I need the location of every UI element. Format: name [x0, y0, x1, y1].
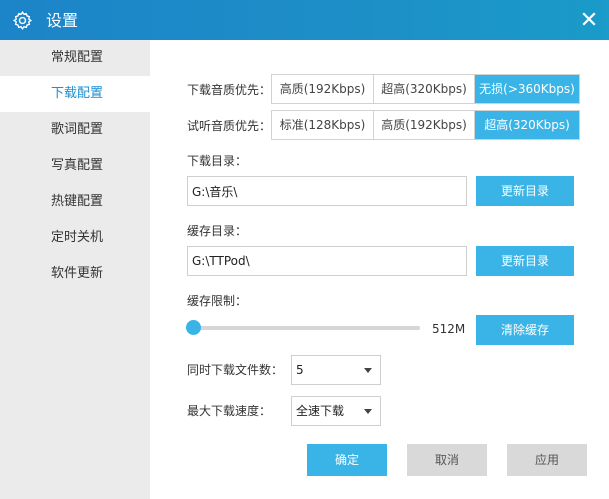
cache-dir-label: 缓存目录：: [187, 224, 248, 238]
download-quality-segmented: 高质(192Kbps) 超高(320Kbps) 无损(>360Kbps): [271, 74, 580, 104]
preview-quality-option-high[interactable]: 高质(192Kbps): [374, 111, 475, 139]
download-quality-option-high[interactable]: 高质(192Kbps): [272, 75, 374, 103]
download-quality-option-lossless[interactable]: 无损(>360Kbps): [475, 75, 579, 103]
max-speed-select[interactable]: 全速下载: [291, 396, 381, 426]
sidebar: 常规配置 下载配置 歌词配置 写真配置 热键配置 定时关机 软件更新: [0, 40, 150, 499]
concurrent-downloads-select[interactable]: 5: [291, 355, 381, 385]
download-dir-input[interactable]: [187, 176, 467, 206]
cache-limit-value: 512M: [432, 322, 466, 336]
sidebar-item-lyrics[interactable]: 歌词配置: [0, 112, 150, 148]
chevron-down-icon: [364, 409, 372, 414]
cancel-button[interactable]: 取消: [407, 444, 487, 476]
cache-dir-input[interactable]: [187, 246, 467, 276]
preview-quality-label: 试听音质优先：: [187, 119, 272, 133]
sidebar-item-software-update[interactable]: 软件更新: [0, 256, 150, 292]
sidebar-item-timer-shutdown[interactable]: 定时关机: [0, 220, 150, 256]
update-cache-dir-button[interactable]: 更新目录: [476, 246, 574, 276]
cache-limit-slider-handle[interactable]: [186, 320, 201, 335]
sidebar-item-hotkey[interactable]: 热键配置: [0, 184, 150, 220]
cache-limit-slider-track[interactable]: [194, 326, 420, 330]
chevron-down-icon: [364, 368, 372, 373]
title-bar: 设置: [0, 0, 609, 40]
download-quality-label: 下载音质优先：: [187, 83, 272, 97]
preview-quality-option-super[interactable]: 超高(320Kbps): [475, 111, 579, 139]
gear-icon: [12, 10, 33, 31]
sidebar-item-general[interactable]: 常规配置: [0, 40, 150, 76]
close-icon[interactable]: [581, 11, 597, 27]
download-dir-label: 下载目录：: [187, 154, 248, 168]
update-download-dir-button[interactable]: 更新目录: [476, 176, 574, 206]
ok-button[interactable]: 确定: [307, 444, 387, 476]
sidebar-item-photo[interactable]: 写真配置: [0, 148, 150, 184]
preview-quality-segmented: 标准(128Kbps) 高质(192Kbps) 超高(320Kbps): [271, 110, 580, 140]
clear-cache-button[interactable]: 清除缓存: [476, 315, 574, 345]
window-title: 设置: [46, 11, 79, 30]
concurrent-downloads-label: 同时下载文件数：: [187, 363, 284, 377]
max-speed-value: 全速下载: [296, 404, 345, 418]
apply-button[interactable]: 应用: [507, 444, 587, 476]
preview-quality-option-standard[interactable]: 标准(128Kbps): [272, 111, 374, 139]
cache-limit-label: 缓存限制：: [187, 294, 248, 308]
max-speed-label: 最大下载速度：: [187, 404, 272, 418]
download-quality-option-super[interactable]: 超高(320Kbps): [374, 75, 475, 103]
sidebar-item-download[interactable]: 下载配置: [0, 76, 150, 112]
concurrent-downloads-value: 5: [296, 363, 304, 377]
